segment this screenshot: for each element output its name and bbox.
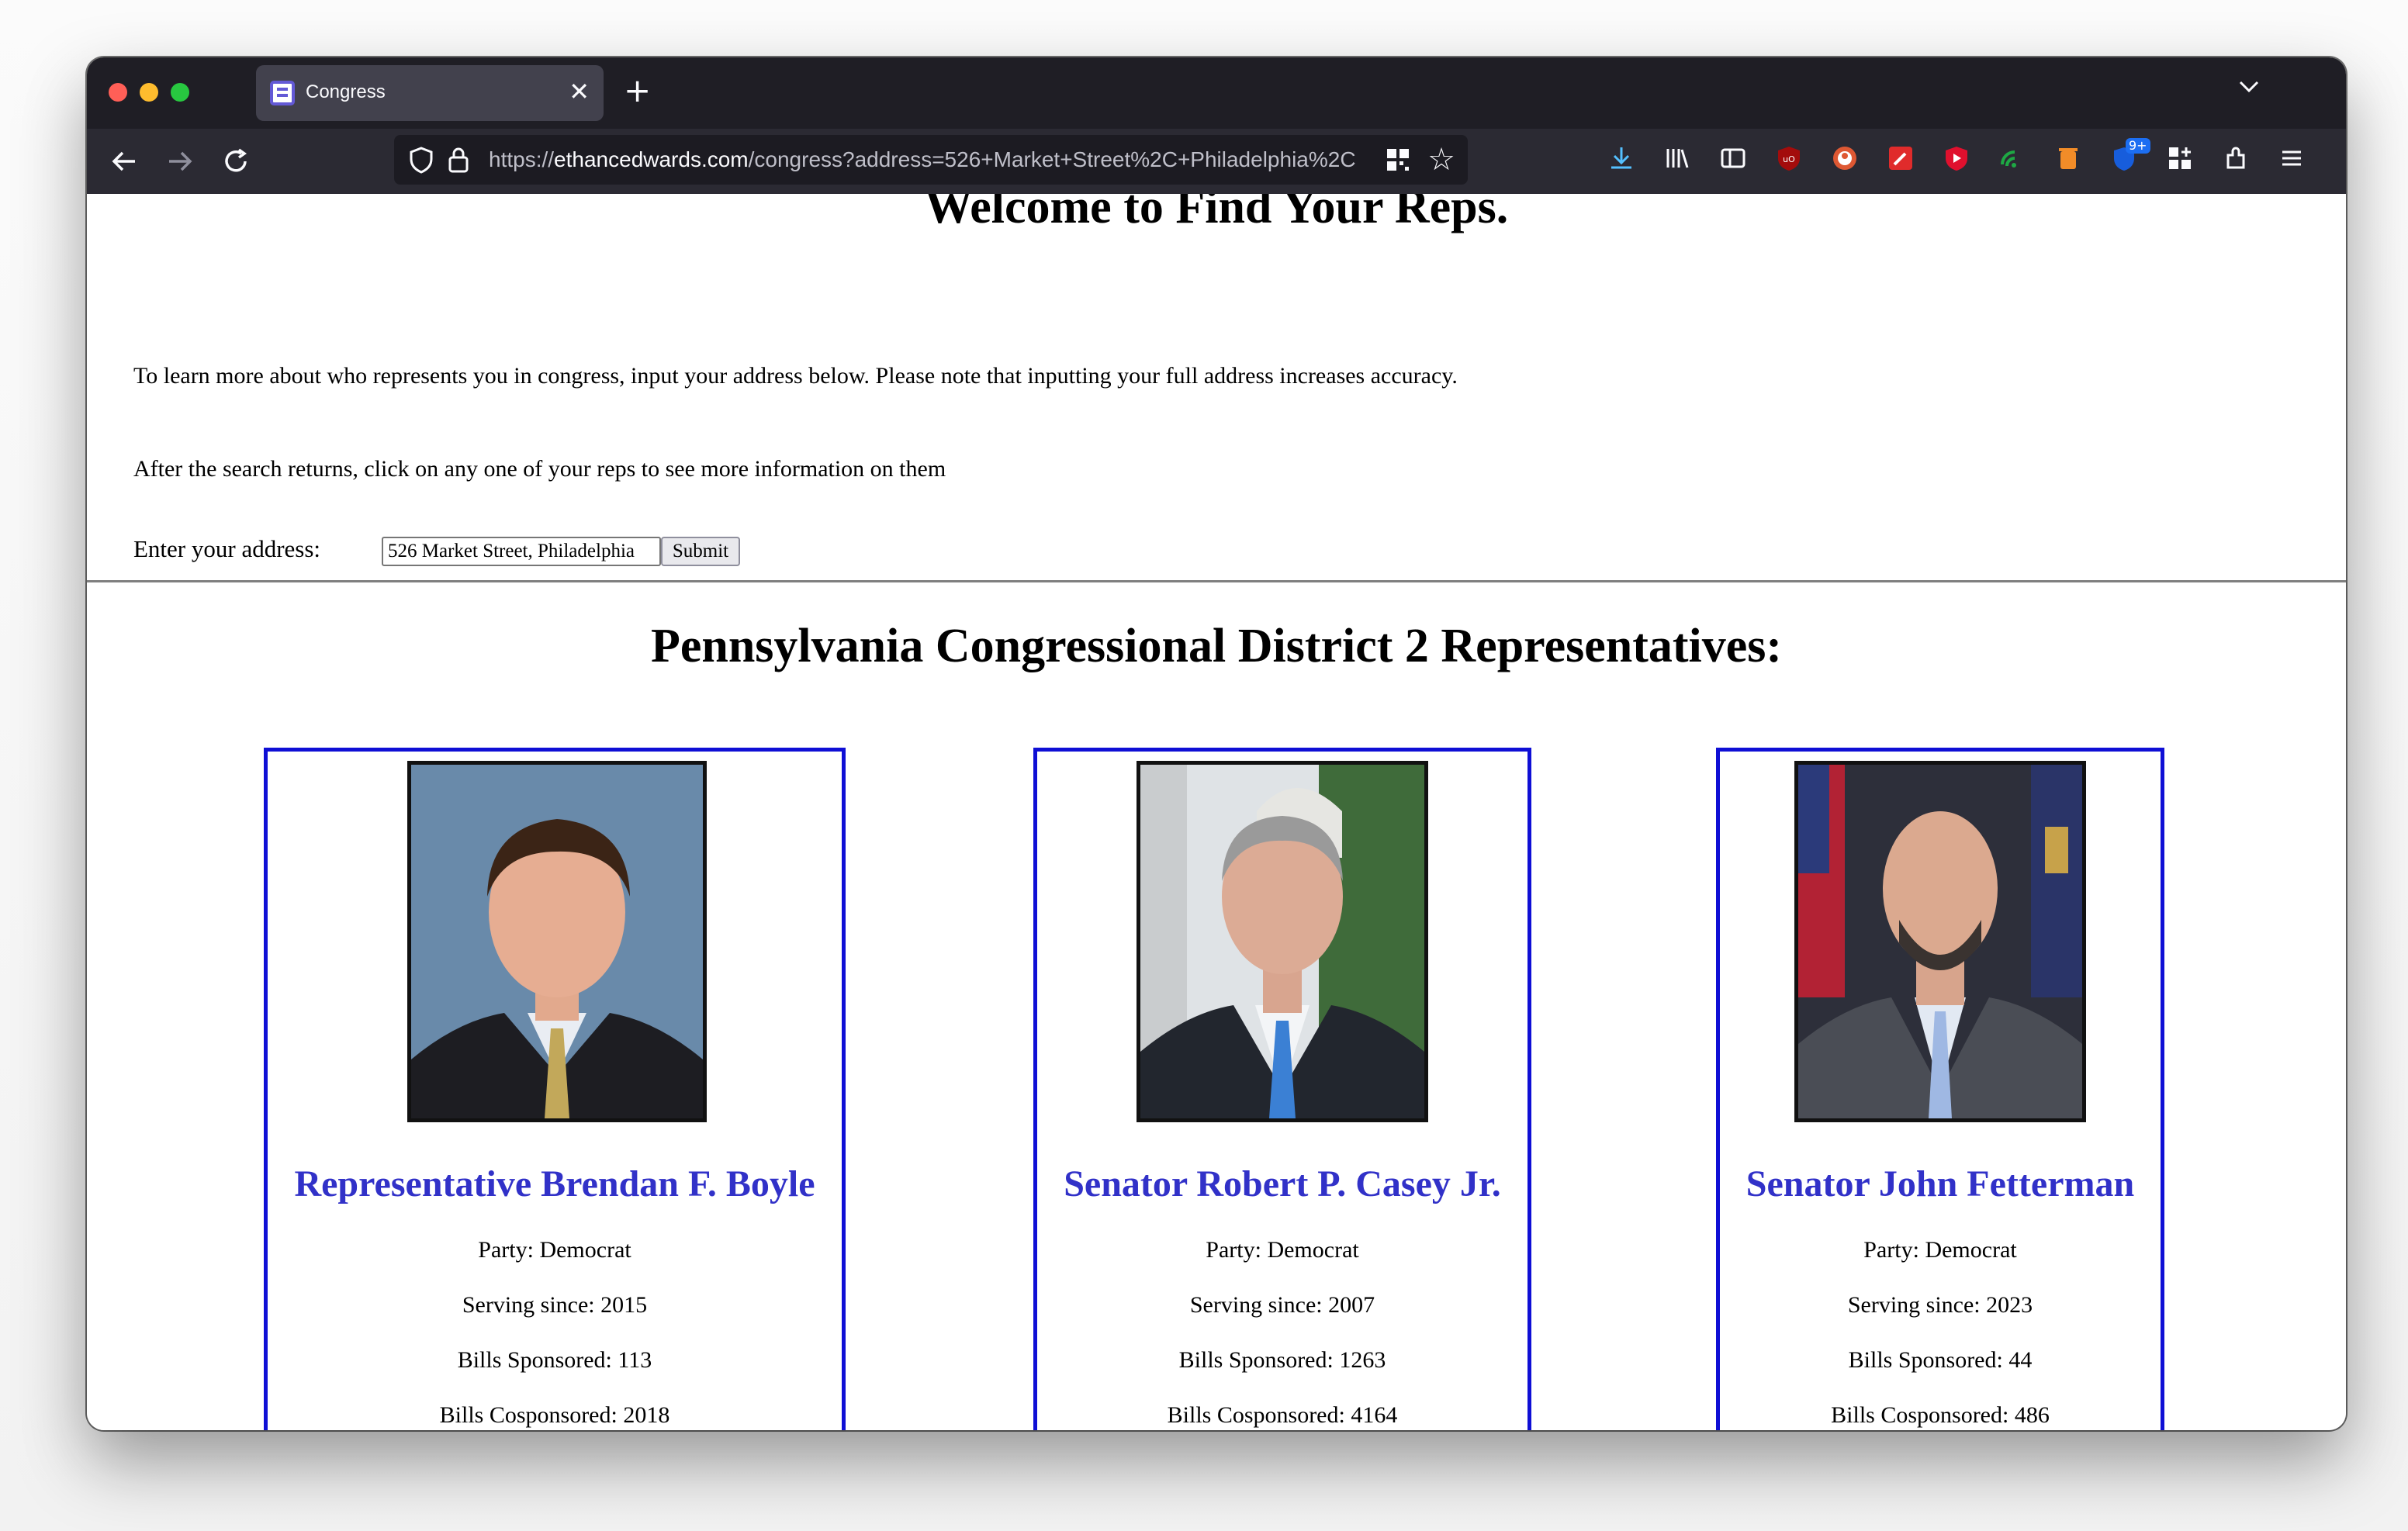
tab-bar: Congress ✕ +: [87, 57, 2346, 129]
reload-icon[interactable]: [217, 143, 254, 180]
rep-bills-cosponsored: Bills Cosponsored: 486: [1831, 1402, 2050, 1428]
minimize-window-button[interactable]: [140, 83, 158, 102]
rep-card-fetterman[interactable]: Senator John Fetterman Party: Democrat S…: [1716, 748, 2164, 1430]
intro-paragraph: To learn more about who represents you i…: [133, 363, 1458, 389]
svg-text:uO: uO: [1783, 154, 1795, 164]
rep-bills-sponsored: Bills Sponsored: 113: [457, 1347, 652, 1373]
rep-card-casey[interactable]: Senator Robert P. Casey Jr. Party: Democ…: [1033, 748, 1531, 1430]
page-title: Welcome to Find Your Reps.: [924, 194, 1509, 233]
library-icon[interactable]: [1660, 144, 1694, 178]
url-path: /congress?address=526+Market+Street%2C+P…: [748, 147, 1356, 171]
rep-party: Party: Democrat: [478, 1237, 631, 1263]
bookmark-star-icon[interactable]: ☆: [1427, 141, 1455, 178]
sidebar-icon[interactable]: [1716, 144, 1750, 178]
ublock-origin-icon[interactable]: uO: [1772, 144, 1806, 178]
rep-party: Party: Democrat: [1863, 1237, 2017, 1263]
green-wifi-extension-icon[interactable]: [1995, 144, 2029, 178]
zoom-window-button[interactable]: [171, 83, 189, 102]
tab-congress[interactable]: Congress ✕: [256, 65, 604, 121]
forward-arrow-icon[interactable]: [161, 143, 199, 180]
rep-party: Party: Democrat: [1206, 1237, 1359, 1263]
extension-badge: 9+: [2126, 138, 2150, 154]
address-bar[interactable]: https://ethancedwards.com/congress?addre…: [394, 135, 1468, 185]
rep-bills-cosponsored: Bills Cosponsored: 4164: [1167, 1402, 1398, 1428]
address-input[interactable]: [382, 537, 661, 566]
new-tab-button[interactable]: +: [624, 73, 651, 109]
bitwarden-shield-icon[interactable]: 9+: [2107, 138, 2150, 178]
rep-photo-boyle[interactable]: [407, 761, 707, 1122]
rep-photo-casey[interactable]: [1137, 761, 1428, 1122]
lock-icon[interactable]: [447, 146, 470, 174]
rep-bills-sponsored: Bills Sponsored: 1263: [1178, 1347, 1386, 1373]
submit-button[interactable]: Submit: [661, 537, 740, 566]
close-window-button[interactable]: [109, 83, 127, 102]
tab-close-icon[interactable]: ✕: [569, 76, 590, 107]
url-text[interactable]: https://ethancedwards.com/congress?addre…: [489, 147, 1389, 172]
youtube-extension-icon[interactable]: [1939, 144, 1974, 178]
rep-name-link[interactable]: Senator John Fetterman: [1720, 1163, 2161, 1205]
list-all-tabs-chevron-down-icon[interactable]: [2237, 74, 2261, 104]
color-picker-extension-icon[interactable]: [1884, 144, 1918, 178]
downloads-icon[interactable]: [1604, 144, 1638, 178]
extensions-grid-icon[interactable]: [2163, 144, 2197, 178]
browser-window: Congress ✕ + https://ethancedwards.com/c…: [87, 57, 2346, 1430]
rep-name-link[interactable]: Senator Robert P. Casey Jr.: [1037, 1163, 1527, 1205]
rep-name-link[interactable]: Representative Brendan F. Boyle: [268, 1163, 842, 1205]
rep-photo-fetterman[interactable]: [1794, 761, 2086, 1122]
rep-serving-since: Serving since: 2015: [462, 1292, 648, 1318]
tracking-protection-shield-icon[interactable]: [408, 146, 434, 174]
page-content: Welcome to Find Your Reps. To learn more…: [87, 194, 2346, 1430]
navigation-toolbar: https://ethancedwards.com/congress?addre…: [87, 129, 2346, 194]
tab-title: Congress: [306, 81, 386, 102]
duckduckgo-icon[interactable]: [1828, 144, 1862, 178]
rep-bills-cosponsored: Bills Cosponsored: 2018: [439, 1402, 670, 1428]
url-host: ethancedwards.com: [554, 147, 749, 171]
trash-extension-icon[interactable]: [2051, 144, 2085, 178]
district-heading: Pennsylvania Congressional District 2 Re…: [650, 620, 1783, 672]
rep-serving-since: Serving since: 2023: [1847, 1292, 2033, 1318]
instruction-paragraph: After the search returns, click on any o…: [133, 456, 946, 482]
rep-serving-since: Serving since: 2007: [1189, 1292, 1375, 1318]
address-label: Enter your address:: [133, 535, 321, 562]
rep-bills-sponsored: Bills Sponsored: 44: [1848, 1347, 2033, 1373]
back-arrow-icon[interactable]: [106, 143, 143, 180]
qr-code-extension-icon[interactable]: [1386, 147, 1410, 172]
site-favicon-icon: [270, 81, 295, 105]
hamburger-menu-icon[interactable]: [2275, 144, 2309, 178]
rep-card-boyle[interactable]: Representative Brendan F. Boyle Party: D…: [264, 748, 846, 1430]
puzzle-extensions-icon[interactable]: [2219, 144, 2253, 178]
url-scheme: https://: [489, 147, 555, 171]
horizontal-divider: [87, 580, 2346, 582]
